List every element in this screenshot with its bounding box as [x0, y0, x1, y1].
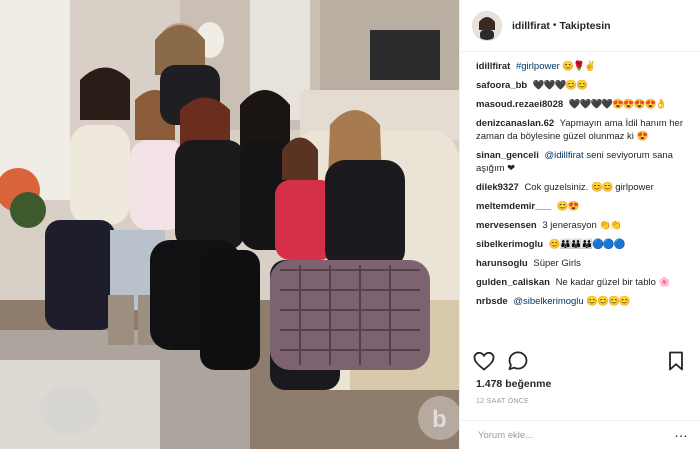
comment-item: denizcanaslan.62 Yapmayın ama İdil hanım…: [476, 117, 688, 143]
comment-list: idillfirat #girlpower 😊🌹✌ safoora_bb 🖤🖤🖤…: [460, 60, 700, 345]
comment-username[interactable]: meltemdemir___: [476, 201, 551, 212]
post-side-panel: idillfirat • Takiptesin idillfirat #girl…: [459, 0, 700, 449]
comment-item: dilek9327 Cok guzelsiniz. 😊😊 girlpower: [476, 181, 688, 194]
comment-emoji: 😊😍: [556, 201, 580, 212]
comment-text: Süper Girls: [533, 258, 581, 269]
following-status[interactable]: Takiptesin: [559, 20, 610, 32]
comment-text: Cok guzelsiniz.: [524, 182, 589, 193]
comment-item: idillfirat #girlpower 😊🌹✌: [476, 60, 688, 73]
profile-avatar[interactable]: [472, 10, 502, 41]
comment-username[interactable]: mervesensen: [476, 220, 537, 231]
comment-username[interactable]: denizcanaslan.62: [476, 118, 554, 129]
post-photo[interactable]: b: [0, 0, 459, 449]
more-options-icon[interactable]: …: [674, 425, 688, 443]
comment-username[interactable]: harunsoglu: [476, 258, 528, 269]
comment-mention[interactable]: @sibelkerimoglu: [513, 296, 583, 307]
group-photo-illustration: b: [0, 0, 459, 449]
comment-emoji: 😊😊: [590, 182, 614, 193]
comment-mention[interactable]: @idillfirat: [544, 150, 583, 161]
separator-dot: •: [552, 20, 557, 31]
comment-username[interactable]: safoora_bb: [476, 80, 527, 91]
like-count[interactable]: 1.478 beğenme: [476, 378, 551, 390]
comment-item: meltemdemir___ 😊😍: [476, 200, 688, 213]
comment-input[interactable]: [476, 428, 674, 442]
comment-username[interactable]: dilek9327: [476, 182, 519, 193]
post-username[interactable]: idillfirat: [512, 20, 550, 32]
comment-username[interactable]: masoud.rezaei8028: [476, 99, 563, 110]
comment-text: Ne kadar güzel bir tablo: [555, 277, 656, 288]
comment-item: nrbsde @sibelkerimoglu 😊😊😊😊: [476, 295, 688, 308]
comment-username[interactable]: sinan_genceli: [476, 150, 539, 161]
comment-item: masoud.rezaei8028 🖤🖤🖤🖤😍😍😍😍👌: [476, 98, 688, 111]
comment-username[interactable]: gulden_caliskan: [476, 277, 550, 288]
comment-text: 3 jenerasyon: [542, 220, 597, 231]
comment-username[interactable]: idillfirat: [476, 61, 510, 72]
comment-emoji: 👏👏: [599, 220, 622, 231]
comment-hashtag[interactable]: #girlpower: [516, 61, 560, 72]
comment-item: sinan_genceli @idillfirat seni seviyorum…: [476, 149, 688, 175]
comment-emoji: 😊👪👪👪🔵🔵🔵: [548, 239, 626, 250]
comment-icon[interactable]: [506, 349, 530, 373]
post-actions: [472, 348, 688, 374]
comment-item: mervesensen 3 jenerasyon 👏👏: [476, 219, 688, 232]
svg-text:b: b: [432, 406, 447, 433]
comment-emoji: 🌸: [658, 277, 671, 288]
heart-icon[interactable]: [472, 349, 496, 373]
comment-emoji: 😊😊😊😊: [586, 296, 630, 307]
comment-emoji: 🖤🖤🖤🖤😍😍😍😍👌: [568, 99, 667, 110]
bookmark-icon[interactable]: [664, 349, 688, 373]
comment-item: sibelkerimoglu 😊👪👪👪🔵🔵🔵: [476, 238, 688, 251]
comment-emoji: ❤: [507, 163, 515, 174]
add-comment-bar: …: [460, 420, 700, 449]
comment-emoji: 😍: [636, 131, 649, 142]
post-timestamp: 12 SAAT ÖNCE: [476, 398, 530, 405]
comment-item: safoora_bb 🖤🖤🖤😊😊: [476, 79, 688, 92]
comment-emoji: 🖤🖤🖤😊😊: [532, 80, 588, 91]
comment-username[interactable]: sibelkerimoglu: [476, 239, 543, 250]
comment-emoji: 😊🌹✌: [562, 61, 595, 72]
comment-item: harunsoglu Süper Girls: [476, 257, 688, 270]
comment-username[interactable]: nrbsde: [476, 296, 508, 307]
comment-text-extra: girlpower: [615, 182, 654, 193]
post-header: idillfirat • Takiptesin: [460, 0, 700, 52]
comment-item: gulden_caliskan Ne kadar güzel bir tablo…: [476, 276, 688, 289]
